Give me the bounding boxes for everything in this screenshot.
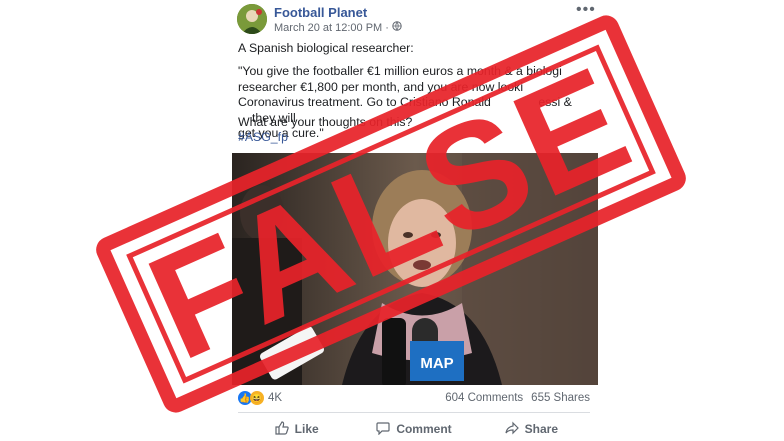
hashtag-link[interactable]: #ASG_fp [238,130,288,144]
post-intro: A Spanish biological researcher: [238,41,414,55]
post-actions: Like Comment Share [238,418,590,440]
shares-count[interactable]: 655 Shares [531,392,590,404]
facebook-post: Football Planet March 20 at 12:00 PM · •… [226,0,598,441]
comment-button[interactable]: Comment [355,418,472,440]
post-question: What are your thoughts on this? [238,115,413,129]
more-options-icon[interactable]: ••• [576,2,596,18]
globe-icon [392,21,402,34]
like-label: Like [294,422,319,436]
post-photo[interactable]: MAP [232,153,598,385]
share-label: Share [524,422,558,436]
comment-label: Comment [396,422,452,436]
page-avatar[interactable] [237,4,267,34]
post-meta: March 20 at 12:00 PM · [274,21,402,34]
reactions-summary[interactable]: 👍 😆 4K [238,391,282,405]
comments-count[interactable]: 604 Comments [445,392,523,404]
page-name-link[interactable]: Football Planet [274,5,367,20]
engagement-counts: 604 Comments 655 Shares [445,392,590,404]
reaction-count: 4K [268,392,283,404]
quote-line: researcher €1,800 per month, and you are… [238,79,524,94]
quote-line: "You give the footballer €1 million euro… [238,64,562,78]
haha-reaction-icon: 😆 [250,391,264,405]
comment-icon [376,421,390,438]
share-button[interactable]: Share [473,418,590,440]
share-icon [505,421,519,438]
post-date[interactable]: March 20 at 12:00 PM [274,22,382,34]
actions-divider [238,412,590,413]
meta-separator: · [385,21,389,34]
like-button[interactable]: Like [238,418,355,440]
thumbs-up-icon [275,420,289,438]
microphone-logo-text: MAP [420,355,453,372]
